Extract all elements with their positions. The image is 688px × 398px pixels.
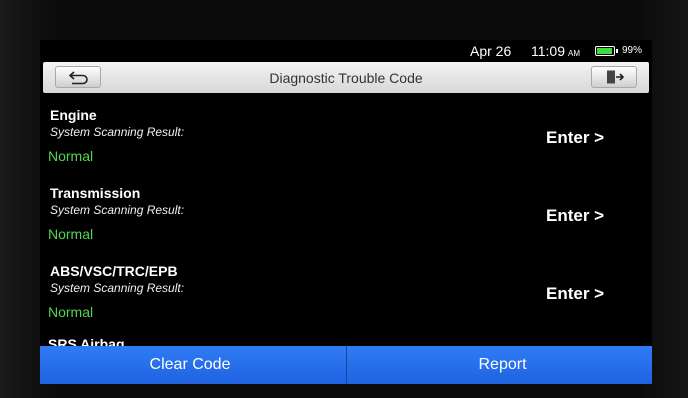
clear-code-button[interactable]: Clear Code (40, 346, 346, 384)
screen: Apr 26 11:09 AM 99% Diagnostic Trouble Co… (40, 40, 652, 384)
enter-button-engine[interactable]: Enter > (546, 128, 604, 148)
status-date: Apr 26 (470, 43, 512, 59)
scan-result-label: System Scanning Result: (50, 125, 185, 139)
report-button[interactable]: Report (347, 346, 652, 384)
system-name: ABS/VSC/TRC/EPB (50, 263, 178, 279)
system-name: Transmission (50, 185, 141, 201)
system-row-transmission[interactable]: Transmission System Scanning Result: Nor… (40, 171, 652, 249)
battery-fill (597, 48, 612, 54)
scan-result-label: System Scanning Result: (50, 281, 185, 295)
status-time: 11:09 AM (531, 43, 580, 59)
system-row-srs-partial[interactable]: SRS Airbag (48, 335, 125, 346)
scan-result-label: System Scanning Result: (50, 203, 185, 217)
system-row-engine[interactable]: Engine System Scanning Result: Normal En… (40, 93, 652, 171)
battery-tip (616, 49, 618, 53)
scan-result-value: Normal (48, 304, 94, 320)
battery-icon (595, 46, 618, 56)
title-bar: Diagnostic Trouble Code (43, 62, 649, 93)
exit-door-icon (607, 70, 625, 84)
status-time-value: 11:09 (531, 43, 565, 59)
exit-button[interactable] (591, 66, 637, 88)
system-list: Engine System Scanning Result: Normal En… (40, 93, 652, 346)
system-name: Engine (50, 107, 97, 123)
bottom-action-bar: Clear Code Report (40, 346, 652, 384)
device-frame: Apr 26 11:09 AM 99% Diagnostic Trouble Co… (0, 0, 688, 398)
status-bar: Apr 26 11:09 AM 99% (40, 40, 652, 62)
status-ampm: AM (568, 49, 580, 58)
enter-button-abs[interactable]: Enter > (546, 284, 604, 304)
scan-result-value: Normal (48, 148, 94, 164)
page-title: Diagnostic Trouble Code (269, 70, 423, 86)
battery-percent: 99% (622, 45, 643, 56)
scan-result-value: Normal (48, 226, 94, 242)
enter-button-transmission[interactable]: Enter > (546, 206, 604, 226)
system-row-abs[interactable]: ABS/VSC/TRC/EPB System Scanning Result: … (40, 249, 652, 327)
